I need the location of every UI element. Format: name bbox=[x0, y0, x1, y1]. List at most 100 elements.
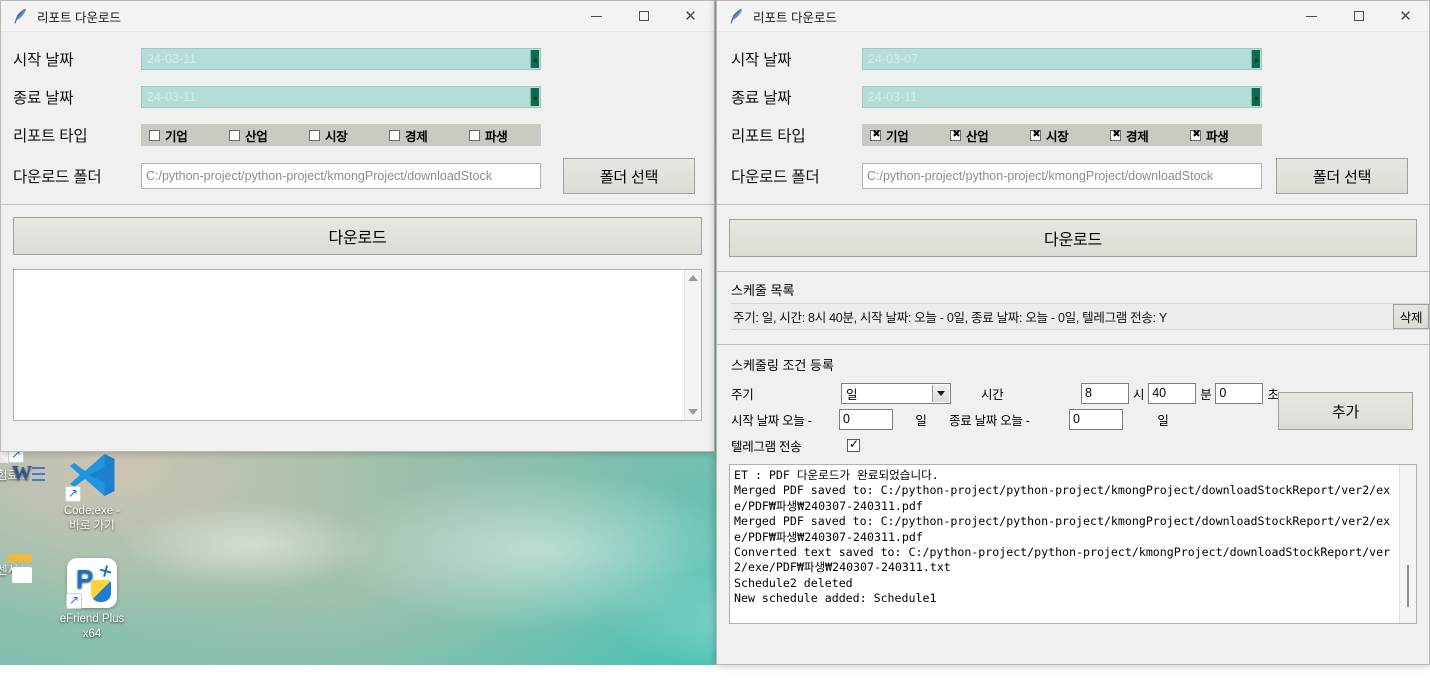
checkbox-economy-left[interactable] bbox=[389, 129, 400, 141]
end-date-label-left: 종료 날짜 bbox=[13, 90, 74, 107]
delete-schedule-button[interactable]: 삭제 bbox=[1393, 304, 1429, 329]
log-panel-right[interactable]: ET : PDF 다운로드가 완료되었습니다. Merged PDF saved… bbox=[729, 464, 1417, 624]
checkbox-economy-right[interactable] bbox=[1110, 128, 1122, 142]
add-schedule-button[interactable]: 추가 bbox=[1278, 392, 1413, 430]
schedule-list-label: 스케줄 목록 bbox=[731, 283, 795, 298]
download-folder-input-right[interactable]: C:/python-project/python-project/kmongPr… bbox=[862, 163, 1262, 189]
divider-top-right bbox=[717, 204, 1429, 205]
scrollbar-thumb[interactable] bbox=[1407, 565, 1409, 607]
checkbox-item-corporate-left[interactable]: 기업 bbox=[141, 126, 221, 145]
checkbox-label: 경제 bbox=[1126, 129, 1149, 144]
calendar-dropdown-icon[interactable] bbox=[1251, 88, 1260, 106]
select-folder-button-right[interactable]: 폴더 선택 bbox=[1276, 158, 1408, 194]
calendar-dropdown-icon[interactable] bbox=[530, 50, 539, 68]
titlebar-right[interactable]: 리포트 다운로드 ✕ bbox=[717, 1, 1429, 32]
report-download-window-right[interactable]: 리포트 다운로드 ✕ 시작 날짜 24-03-07 종료 날짜 24-03-11 bbox=[716, 0, 1430, 665]
maximize-button-left[interactable] bbox=[620, 1, 667, 32]
checkbox-item-industry-left[interactable]: 산업 bbox=[221, 126, 301, 145]
scroll-down-icon[interactable] bbox=[688, 409, 698, 415]
log-scrollbar-right[interactable] bbox=[1399, 465, 1416, 623]
report-type-row-left: 리포트 타입 기업 산업 시장 경제 파생 bbox=[1, 116, 714, 154]
checkbox-derivative-left[interactable] bbox=[469, 129, 480, 141]
close-button-right[interactable]: ✕ bbox=[1382, 1, 1429, 32]
schedule-telegram-row: 텔레그램 전송 bbox=[731, 432, 1429, 458]
log-text-left bbox=[14, 270, 684, 276]
log-panel-left[interactable] bbox=[13, 269, 702, 421]
minute-input[interactable]: 40 bbox=[1148, 382, 1197, 404]
close-button-left[interactable]: ✕ bbox=[667, 1, 714, 32]
end-offset-unit: 일 bbox=[1157, 413, 1169, 428]
checkbox-item-derivative-left[interactable]: 파생 bbox=[461, 126, 541, 145]
end-date-row-left: 종료 날짜 24-03-11 bbox=[1, 78, 714, 116]
report-type-label-left: 리포트 타입 bbox=[13, 128, 88, 145]
cycle-value: 일 bbox=[846, 387, 858, 402]
python-feather-icon bbox=[12, 7, 28, 25]
download-folder-input-left[interactable]: C:/python-project/python-project/kmongPr… bbox=[141, 163, 541, 189]
titlebar-left[interactable]: 리포트 다운로드 ✕ bbox=[1, 1, 714, 32]
download-button-right[interactable]: 다운로드 bbox=[729, 219, 1417, 257]
desktop-icon-vscode[interactable]: ↗ Code.exe - 바로 가기 bbox=[42, 450, 142, 534]
start-offset-input[interactable]: 0 bbox=[839, 408, 893, 430]
report-type-label-right: 리포트 타입 bbox=[731, 128, 806, 145]
start-date-input-right[interactable]: 24-03-07 bbox=[862, 48, 1262, 70]
telegram-label: 텔레그램 전송 bbox=[731, 439, 802, 454]
select-folder-button-left[interactable]: 폴더 선택 bbox=[563, 158, 695, 194]
hour-input[interactable]: 8 bbox=[1081, 382, 1129, 404]
checkbox-label: 기업 bbox=[165, 129, 188, 144]
calendar-dropdown-icon[interactable] bbox=[530, 88, 539, 106]
checkbox-item-economy-right[interactable]: 경제 bbox=[1102, 126, 1182, 145]
time-label: 시간 bbox=[981, 387, 1004, 402]
divider-left bbox=[1, 204, 714, 205]
schedule-list-row[interactable]: 주기: 일, 시간: 8시 40분, 시작 날짜: 오늘 - 0일, 종료 날짜… bbox=[731, 303, 1429, 330]
checkbox-item-market-left[interactable]: 시장 bbox=[301, 126, 381, 145]
calendar-dropdown-icon[interactable] bbox=[1251, 50, 1260, 68]
checkbox-label: 경제 bbox=[405, 129, 428, 144]
second-input[interactable]: 0 bbox=[1215, 382, 1264, 404]
shortcut-arrow-icon: ↗ bbox=[66, 593, 82, 609]
chevron-down-icon[interactable] bbox=[932, 384, 949, 402]
checkbox-market-left[interactable] bbox=[309, 129, 320, 141]
log-text-right: ET : PDF 다운로드가 완료되었습니다. Merged PDF saved… bbox=[734, 468, 1391, 606]
start-date-input-left[interactable]: 24-03-11 bbox=[141, 48, 541, 70]
checkbox-industry-right[interactable] bbox=[950, 128, 962, 142]
end-date-row-right: 종료 날짜 24-03-11 bbox=[717, 78, 1429, 116]
cycle-select[interactable]: 일 bbox=[841, 382, 951, 404]
minimize-button-left[interactable] bbox=[573, 1, 620, 32]
checkbox-item-market-right[interactable]: 시장 bbox=[1022, 126, 1102, 145]
window-title-right: 리포트 다운로드 bbox=[753, 10, 837, 25]
end-date-input-right[interactable]: 24-03-11 bbox=[862, 86, 1262, 108]
start-date-value-right: 24-03-07 bbox=[868, 52, 919, 66]
scroll-up-icon[interactable] bbox=[688, 275, 698, 281]
checkbox-industry-left[interactable] bbox=[229, 129, 240, 141]
checkbox-market-right[interactable] bbox=[1030, 128, 1042, 142]
checkbox-label: 시장 bbox=[325, 129, 348, 144]
download-folder-label-left: 다운로드 폴더 bbox=[13, 169, 102, 186]
form-right: 시작 날짜 24-03-07 종료 날짜 24-03-11 리포트 타입 ✖ 기… bbox=[717, 32, 1429, 204]
telegram-checkbox[interactable] bbox=[847, 437, 860, 452]
checkbox-item-derivative-right[interactable]: 파생 bbox=[1182, 126, 1262, 145]
checkbox-item-economy-left[interactable]: 경제 bbox=[381, 126, 461, 145]
checkbox-item-corporate-right[interactable]: 기업 bbox=[862, 126, 942, 145]
start-date-row-left: 시작 날짜 24-03-11 bbox=[1, 40, 714, 78]
shortcut-arrow-icon: ↗ bbox=[65, 486, 81, 502]
end-date-value-right: 24-03-11 bbox=[868, 90, 918, 104]
start-offset-label: 시작 날짜 오늘 - bbox=[731, 413, 812, 428]
checkbox-corporate-left[interactable] bbox=[149, 129, 160, 141]
efriend-plus-icon: P ↗ bbox=[66, 558, 117, 609]
end-offset-label: 종료 날짜 오늘 - bbox=[949, 413, 1030, 428]
start-date-label-left: 시작 날짜 bbox=[13, 52, 74, 69]
end-date-input-left[interactable]: 24-03-11 bbox=[141, 86, 541, 108]
minimize-button-right[interactable] bbox=[1288, 1, 1335, 32]
download-button-left[interactable]: 다운로드 bbox=[13, 217, 702, 255]
report-download-window-left[interactable]: 리포트 다운로드 ✕ 시작 날짜 24-03-11 종료 날짜 24-03-11 bbox=[0, 0, 715, 452]
checkbox-item-industry-right[interactable]: 산업 bbox=[942, 126, 1022, 145]
maximize-button-right[interactable] bbox=[1335, 1, 1382, 32]
log-scrollbar-left[interactable] bbox=[684, 270, 701, 420]
checkbox-label: 파생 bbox=[1206, 129, 1229, 144]
python-feather-icon bbox=[728, 7, 744, 25]
checkbox-corporate-right[interactable] bbox=[870, 128, 882, 142]
end-offset-input[interactable]: 0 bbox=[1069, 408, 1123, 430]
report-type-checkbox-bar-right: 기업 산업 시장 경제 bbox=[862, 124, 1262, 146]
checkbox-derivative-right[interactable] bbox=[1190, 128, 1202, 142]
desktop-icon-efriend-plus[interactable]: P ↗ eFriend Plus x64 bbox=[42, 558, 142, 642]
